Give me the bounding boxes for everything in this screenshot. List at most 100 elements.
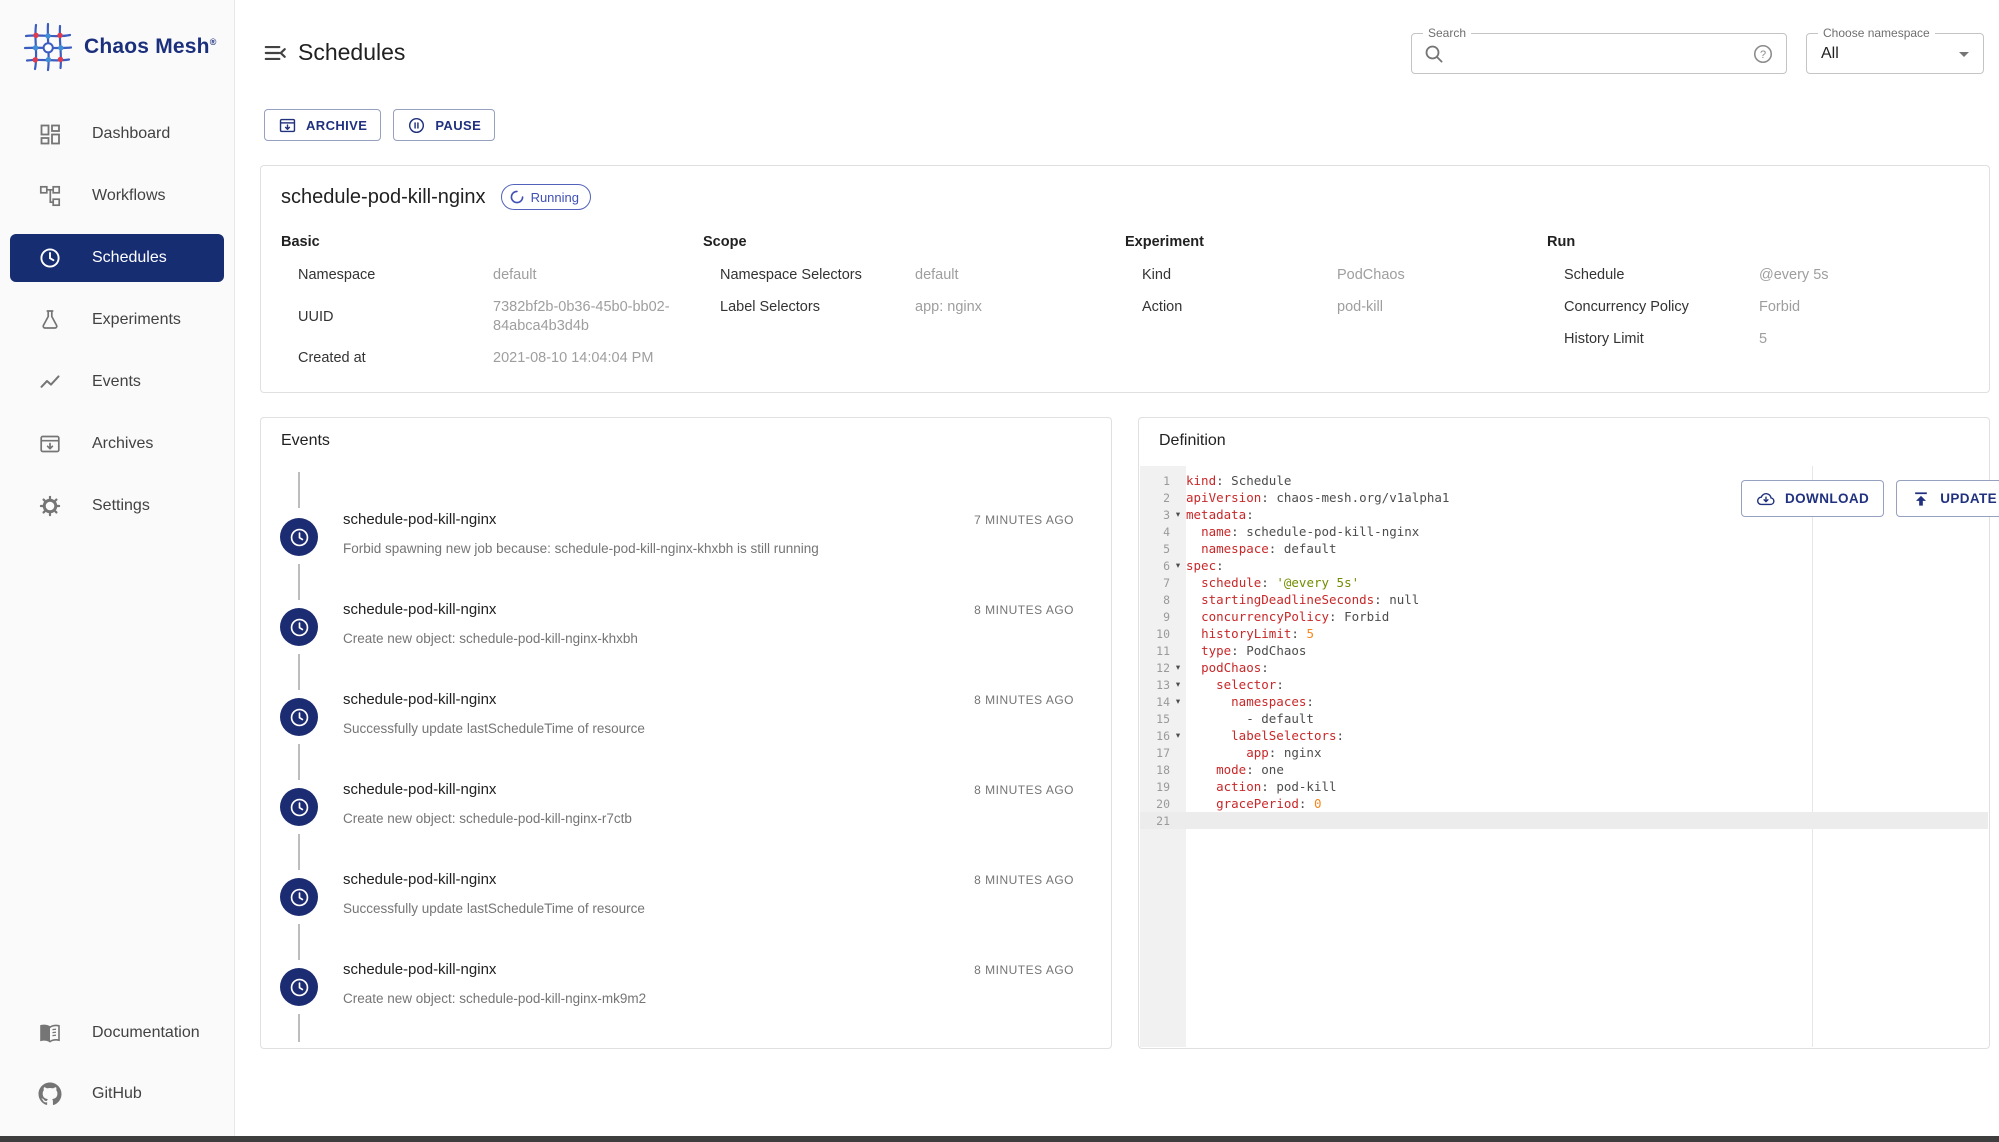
code-text: labelSelectors:	[1231, 728, 1345, 743]
event-message: Successfully update lastScheduleTime of …	[343, 721, 645, 736]
sidebar-item-experiments[interactable]: Experiments	[10, 296, 224, 344]
detail-section-basic: Basic Namespace default UUID 7382bf2b-0b36-4…	[281, 226, 703, 381]
dashboard-icon	[38, 122, 62, 146]
timeline-connector	[298, 654, 300, 690]
event-name: schedule-pod-kill-nginx	[343, 691, 497, 708]
timeline-connector	[298, 924, 300, 960]
sidebar-item-archives[interactable]: Archives	[10, 420, 224, 468]
event-timestamp: 8 MINUTES AGO	[974, 783, 1074, 797]
fold-arrow-icon[interactable]: ▾	[1170, 676, 1186, 693]
sidebar-item-events[interactable]: Events	[10, 358, 224, 406]
line-number: 11	[1156, 643, 1170, 658]
detail-row-value: 7382bf2b-0b36-45b0-bb02-84abca4b3d4b	[493, 299, 670, 334]
code-text: podChaos:	[1201, 660, 1269, 675]
code-line: 4 name: schedule-pod-kill-nginx	[1140, 523, 1988, 540]
sidebar-item-documentation[interactable]: Documentation	[10, 1009, 224, 1057]
line-number: 13	[1156, 677, 1170, 692]
definition-panel-title: Definition	[1159, 432, 1226, 449]
detail-row-value: 5	[1759, 331, 1768, 347]
fold-arrow-icon[interactable]: ▾	[1170, 693, 1186, 710]
event-timestamp: 8 MINUTES AGO	[974, 873, 1074, 887]
search-input[interactable]	[1446, 34, 1752, 73]
code-line: 7 schedule: '@every 5s'	[1140, 574, 1988, 591]
sidebar-item-workflows[interactable]: Workflows	[10, 172, 224, 220]
main-content: Schedules Search ? Choose namespace All …	[236, 0, 1999, 1136]
help-icon[interactable]: ?	[1752, 43, 1774, 65]
page-title: Schedules	[298, 39, 406, 65]
spinner-icon	[510, 190, 523, 204]
code-text: namespace: default	[1201, 541, 1337, 556]
detail-section-experiment: Experiment Kind PodChaos Action pod-kill	[1125, 226, 1547, 381]
line-number: 18	[1156, 762, 1170, 777]
fold-arrow-icon[interactable]: ▾	[1170, 506, 1186, 523]
event-timestamp: 8 MINUTES AGO	[974, 963, 1074, 977]
brand-logo: Chaos Mesh®	[0, 0, 234, 73]
pause-button[interactable]: PAUSE	[393, 109, 496, 141]
sidebar-item-dashboard[interactable]: Dashboard	[10, 110, 224, 158]
sidebar-item-label: Archives	[92, 435, 154, 452]
detail-row-label: UUID	[298, 308, 334, 325]
code-line: 18 mode: one	[1140, 761, 1988, 778]
schedule-detail-card: schedule-pod-kill-nginx Running Basic Nam…	[260, 165, 1990, 393]
search-field-label: Search	[1423, 26, 1472, 40]
fold-arrow-icon[interactable]: ▾	[1170, 659, 1186, 676]
code-line: 20 gracePeriod: 0	[1140, 795, 1988, 812]
sidebar-item-github[interactable]: GitHub	[10, 1070, 224, 1118]
detail-section-title: Experiment	[1125, 234, 1204, 250]
fold-arrow-icon[interactable]: ▾	[1170, 557, 1186, 574]
status-badge: Running	[500, 184, 591, 210]
sidebar-item-settings[interactable]: Settings	[10, 482, 224, 530]
download-button[interactable]: DOWNLOAD	[1741, 480, 1885, 517]
code-line: 14 ▾ namespaces:	[1140, 693, 1988, 710]
search-icon	[1425, 45, 1443, 62]
pause-circle-icon	[409, 117, 425, 133]
brand-name: Chaos Mesh®	[84, 35, 217, 58]
publish-icon	[1915, 491, 1928, 506]
code-text: kind: Schedule	[1186, 473, 1292, 488]
namespace-select[interactable]: Choose namespace All	[1806, 26, 1984, 74]
detail-row-value: PodChaos	[1337, 267, 1405, 283]
event-clock-icon	[280, 788, 318, 826]
event-name: schedule-pod-kill-nginx	[343, 511, 497, 528]
sidebar-item-label: Dashboard	[92, 125, 171, 142]
yaml-editor[interactable]: 1 kind: Schedule 2 apiVersion: chaos-mesh.o…	[1140, 466, 1988, 1047]
code-line: 19 action: pod-kill	[1140, 778, 1988, 795]
detail-row-label: Schedule	[1564, 267, 1625, 283]
event-message: Successfully update lastScheduleTime of …	[343, 901, 645, 916]
line-number: 15	[1156, 711, 1170, 726]
definition-panel: Definition 1 kind: Schedule 2 apiVersion: c…	[1138, 417, 1999, 1049]
code-text: - default	[1186, 711, 1314, 726]
code-line: 21	[1140, 812, 1988, 829]
sidebar-item-schedules[interactable]: Schedules	[10, 234, 224, 282]
detail-row: Namespace Selectors default	[703, 266, 1125, 285]
detail-row: Created at 2021-08-10 14:04:04 PM	[281, 349, 703, 368]
code-text: gracePeriod: 0	[1216, 796, 1322, 811]
svg-text:?: ?	[1760, 48, 1766, 60]
event-message: Create new object: schedule-pod-kill-ngi…	[343, 991, 647, 1006]
detail-section-title: Run	[1547, 234, 1576, 250]
code-text: historyLimit: 5	[1201, 626, 1314, 641]
event-timestamp: 7 MINUTES AGO	[974, 513, 1074, 527]
event-name: schedule-pod-kill-nginx	[343, 961, 497, 978]
archive-button[interactable]: ARCHIVE	[264, 109, 382, 141]
search-field[interactable]: Search ?	[1411, 26, 1787, 74]
events-panel: Events schedule-pod-kill-nginx Forbid spa…	[260, 417, 1112, 1049]
events-timeline: schedule-pod-kill-nginx Forbid spawning n…	[261, 418, 1111, 1048]
code-text: metadata:	[1186, 507, 1254, 522]
fold-arrow-icon[interactable]: ▾	[1170, 727, 1186, 744]
event-timestamp: 8 MINUTES AGO	[974, 603, 1074, 617]
code-text: apiVersion: chaos-mesh.org/v1alpha1	[1186, 490, 1450, 505]
menu-open-icon[interactable]	[262, 40, 288, 66]
detail-row-label: History Limit	[1564, 331, 1644, 347]
detail-row: Action pod-kill	[1125, 298, 1547, 317]
timeline-connector	[298, 834, 300, 870]
detail-row: Kind PodChaos	[1125, 266, 1547, 285]
timeline-connector	[298, 472, 300, 508]
window-bottom-edge	[0, 1136, 1999, 1142]
detail-row-value: default	[493, 267, 537, 283]
detail-section-title: Basic	[281, 234, 320, 250]
line-number: 19	[1156, 779, 1170, 794]
update-button[interactable]: UPDATE	[1896, 480, 1999, 517]
event-message: Create new object: schedule-pod-kill-ngi…	[343, 811, 632, 826]
cloud-download-icon	[1756, 492, 1775, 505]
